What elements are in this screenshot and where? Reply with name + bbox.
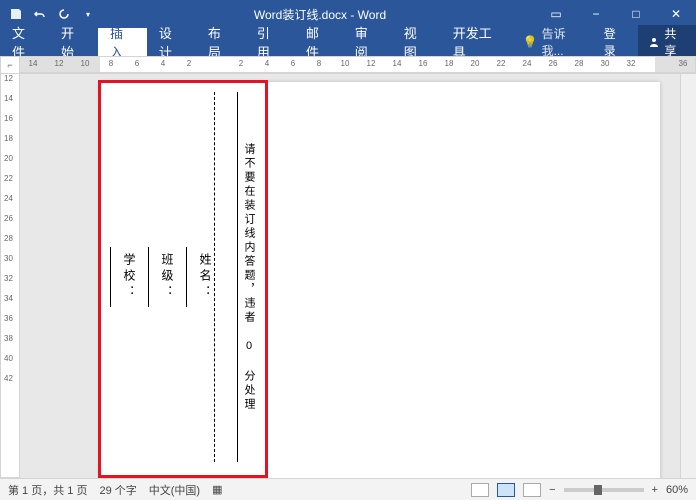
document-page[interactable]: 姓名： 班级： 学校： 请不要在装订线内答题，违者 0 分处理 <box>100 82 660 478</box>
ruler-tick: 32 <box>4 274 13 294</box>
ruler-tick: 30 <box>592 59 618 68</box>
ruler-tick: 20 <box>4 154 13 174</box>
ruler-tick: 36 <box>670 59 696 68</box>
tab-references[interactable]: 引用 <box>245 28 294 56</box>
ruler-tick: 6 <box>124 59 150 68</box>
content-area: 12141618202224262830323436384042 姓名： 班级：… <box>0 74 696 478</box>
title-bar: ▾ Word装订线.docx - Word ▭ − □ ✕ <box>0 0 696 28</box>
save-icon[interactable] <box>8 6 24 22</box>
ruler-tick: 12 <box>358 59 384 68</box>
ruler-tick: 14 <box>4 94 13 114</box>
undo-icon[interactable] <box>32 6 48 22</box>
ruler-tick: 28 <box>4 234 13 254</box>
tab-file[interactable]: 文件 <box>0 28 49 56</box>
tab-view[interactable]: 视图 <box>392 28 441 56</box>
ruler-corner[interactable]: ⌐ <box>0 56 20 74</box>
ruler-tick: 18 <box>436 59 462 68</box>
qat-dropdown-icon[interactable]: ▾ <box>80 6 96 22</box>
quick-access-toolbar: ▾ <box>0 6 104 22</box>
ruler-tick: 34 <box>4 294 13 314</box>
tab-design[interactable]: 设计 <box>147 28 196 56</box>
ruler-tick: 14 <box>20 59 46 68</box>
ruler-tick: 20 <box>462 59 488 68</box>
zoom-in-button[interactable]: + <box>652 484 658 496</box>
binding-margin-area: 姓名： 班级： 学校： 请不要在装订线内答题，违者 0 分处理 <box>110 92 260 462</box>
ruler-tick: 22 <box>4 174 13 194</box>
ribbon-display-icon[interactable]: ▭ <box>536 0 576 28</box>
ruler-tick: 28 <box>566 59 592 68</box>
ribbon-tabs: 文件 开始 插入 设计 布局 引用 邮件 审阅 视图 开发工具 💡 告诉我...… <box>0 28 696 56</box>
ruler-tick: 6 <box>280 59 306 68</box>
ruler-tick: 8 <box>98 59 124 68</box>
zoom-level[interactable]: 60% <box>666 484 688 496</box>
label-school: 学校： <box>121 253 138 301</box>
maximize-icon[interactable]: □ <box>616 0 656 28</box>
view-print-layout[interactable] <box>497 483 515 497</box>
status-bar: 第 1 页，共 1 页 29 个字 中文(中国) ▦ − + 60% <box>0 478 696 500</box>
ruler-tick: 38 <box>4 334 13 354</box>
share-icon <box>648 36 660 48</box>
tab-layout[interactable]: 布局 <box>196 28 245 56</box>
redo-icon[interactable] <box>56 6 72 22</box>
lightbulb-icon: 💡 <box>523 35 538 49</box>
login-button[interactable]: 登录 <box>592 25 639 59</box>
status-extras-icon[interactable]: ▦ <box>212 483 222 496</box>
view-web-layout[interactable] <box>523 483 541 497</box>
share-button[interactable]: 共享 <box>638 25 696 59</box>
vertical-scrollbar[interactable] <box>680 74 696 478</box>
ruler-tick: 4 <box>254 59 280 68</box>
label-class: 班级： <box>159 253 176 301</box>
binding-col-middle <box>215 92 238 462</box>
warning-text: 请不要在装订线内答题，违者 0 分处理 <box>241 143 257 412</box>
ruler-tick: 10 <box>332 59 358 68</box>
ruler-tick: 14 <box>384 59 410 68</box>
ruler-tick: 26 <box>4 214 13 234</box>
tab-mailings[interactable]: 邮件 <box>294 28 343 56</box>
ruler-tick: 8 <box>306 59 332 68</box>
close-icon[interactable]: ✕ <box>656 0 696 28</box>
ruler-tick: 22 <box>488 59 514 68</box>
ruler-tick: 10 <box>72 59 98 68</box>
horizontal-ruler-area: ⌐ 14121086422468101214161820222426283032… <box>0 56 696 74</box>
minimize-icon[interactable]: − <box>576 0 616 28</box>
vertical-ruler[interactable]: 12141618202224262830323436384042 <box>0 74 20 478</box>
ruler-tick: 4 <box>150 59 176 68</box>
window-title: Word装订线.docx - Word <box>104 6 536 23</box>
zoom-slider[interactable] <box>564 488 644 492</box>
status-page[interactable]: 第 1 页，共 1 页 <box>8 482 87 498</box>
binding-col-labels: 姓名： 班级： 学校： <box>110 92 215 462</box>
window-controls: ▭ − □ ✕ <box>536 0 696 28</box>
ruler-tick: 40 <box>4 354 13 374</box>
tell-me[interactable]: 💡 告诉我... <box>515 25 592 59</box>
ruler-tick: 26 <box>540 59 566 68</box>
status-word-count[interactable]: 29 个字 <box>99 482 136 498</box>
ruler-tick: 2 <box>228 59 254 68</box>
ruler-tick: 2 <box>176 59 202 68</box>
ruler-tick: 42 <box>4 374 13 394</box>
ruler-tick: 16 <box>410 59 436 68</box>
ruler-tick: 12 <box>4 74 13 94</box>
tab-insert[interactable]: 插入 <box>98 28 147 56</box>
tab-developer[interactable]: 开发工具 <box>441 28 515 56</box>
tab-home[interactable]: 开始 <box>49 28 98 56</box>
ruler-tick: 24 <box>4 194 13 214</box>
horizontal-ruler[interactable]: 1412108642246810121416182022242628303236… <box>20 56 696 73</box>
tell-me-text: 告诉我... <box>542 25 584 59</box>
ruler-tick: 24 <box>514 59 540 68</box>
tab-review[interactable]: 审阅 <box>343 28 392 56</box>
view-read-mode[interactable] <box>471 483 489 497</box>
ruler-tick: 16 <box>4 114 13 134</box>
ruler-tick: 12 <box>46 59 72 68</box>
ruler-tick: 36 <box>4 314 13 334</box>
ruler-tick: 18 <box>4 134 13 154</box>
binding-col-warning: 请不要在装订线内答题，违者 0 分处理 <box>238 92 260 462</box>
label-name: 姓名： <box>197 253 214 301</box>
document-viewport[interactable]: 姓名： 班级： 学校： 请不要在装订线内答题，违者 0 分处理 <box>20 74 696 478</box>
share-label: 共享 <box>664 25 686 59</box>
ruler-tick: 30 <box>4 254 13 274</box>
status-language[interactable]: 中文(中国) <box>149 482 200 498</box>
zoom-out-button[interactable]: − <box>549 484 555 496</box>
ruler-tick: 32 <box>618 59 644 68</box>
